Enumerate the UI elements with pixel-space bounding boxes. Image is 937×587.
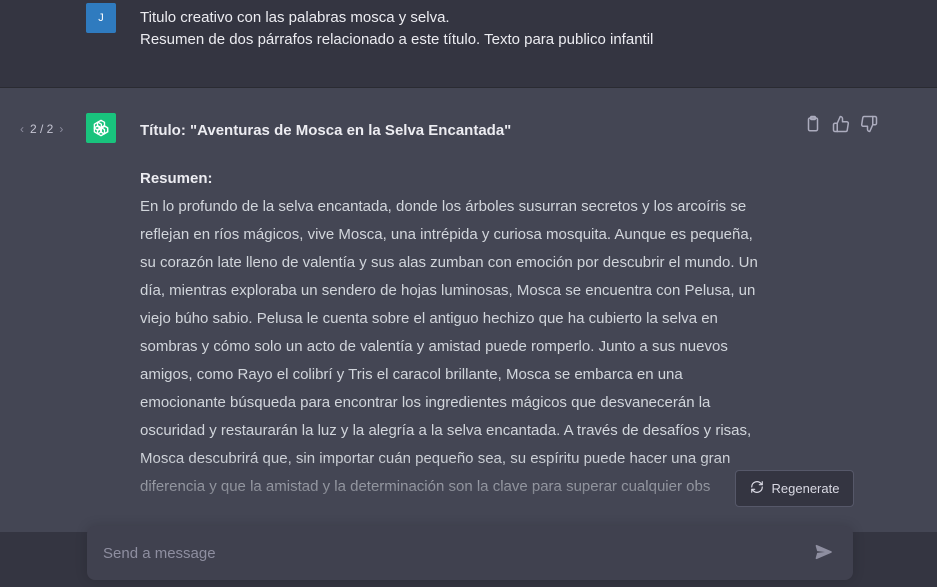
- user-message-line: Resumen de dos párrafos relacionado a es…: [140, 31, 654, 48]
- message-actions: [804, 115, 878, 133]
- clipboard-icon[interactable]: [804, 115, 822, 133]
- assistant-message-row: ‹ 2 / 2 › Título: "Aventuras de Mosca en…: [0, 88, 937, 587]
- paragraph-line: oscuridad y restaurarán la luz y la aleg…: [140, 422, 752, 439]
- message-composer: [87, 526, 853, 580]
- paragraph-line: En lo profundo de la selva encantada, do…: [140, 198, 747, 215]
- message-input[interactable]: [103, 540, 793, 566]
- paragraph-line: diferencia y que la amistad y la determi…: [140, 478, 711, 495]
- chevron-right-icon[interactable]: ›: [59, 122, 63, 136]
- regenerate-button[interactable]: Regenerate: [735, 470, 854, 507]
- paragraph-line: día, mientras exploraba un sendero de ho…: [140, 282, 756, 299]
- response-pager: ‹ 2 / 2 ›: [20, 121, 63, 137]
- paragraph-line: amigos, como Rayo el colibrí y Tris el c…: [140, 366, 683, 383]
- paragraph-line: viejo búho sabio. Pelusa le cuenta sobre…: [140, 310, 718, 327]
- answer-title: Título: "Aventuras de Mosca en la Selva …: [140, 122, 512, 139]
- paragraph-line: emocionante búsqueda para encontrar los …: [140, 394, 711, 411]
- refresh-icon: [750, 480, 764, 497]
- pager-count: 2 / 2: [30, 122, 54, 136]
- chevron-left-icon[interactable]: ‹: [20, 122, 24, 136]
- thumbs-down-icon[interactable]: [860, 115, 878, 133]
- chatgpt-logo-icon: [86, 113, 116, 143]
- paragraph-line: reflejan en ríos mágicos, vive Mosca, un…: [140, 226, 753, 243]
- summary-paragraph: En lo profundo de la selva encantada, do…: [140, 193, 790, 501]
- user-message-line: Titulo creativo con las palabras mosca y…: [140, 9, 450, 26]
- paragraph-line: Mosca descubrirá que, sin importar cuán …: [140, 450, 731, 467]
- assistant-answer: Título: "Aventuras de Mosca en la Selva …: [140, 117, 790, 501]
- user-avatar: J: [86, 3, 116, 33]
- paragraph-line: su corazón late lleno de valentía y sus …: [140, 254, 758, 271]
- summary-label: Resumen:: [140, 170, 213, 187]
- paragraph-line: sombras y cómo solo un acto de valentía …: [140, 338, 728, 355]
- regenerate-label: Regenerate: [771, 481, 840, 496]
- send-icon[interactable]: [814, 542, 836, 564]
- user-message-text: Titulo creativo con las palabras mosca y…: [140, 7, 780, 51]
- user-message-row: J Titulo creativo con las palabras mosca…: [0, 0, 937, 88]
- thumbs-up-icon[interactable]: [832, 115, 850, 133]
